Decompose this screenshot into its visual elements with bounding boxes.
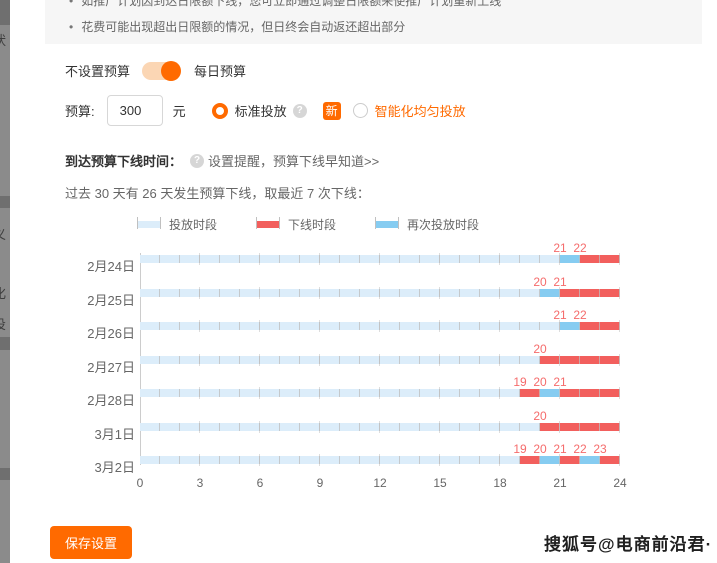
legend-item-delivery[interactable]: 投放时段 [137, 216, 218, 233]
no-budget-label: 不设置预算 [65, 64, 131, 79]
x-axis-tick-label: 9 [316, 476, 324, 490]
offline-hour-label: 22 [573, 241, 587, 255]
sidebar-text-fragment: 投 [0, 314, 6, 333]
background-sidebar-strip: 状 义 化 投 [0, 0, 10, 563]
sidebar-text-fragment: 化 [0, 283, 6, 302]
hour-ticks [140, 288, 620, 297]
sidebar-band [0, 468, 10, 480]
smart-delivery-label: 智能化均匀投放 [374, 104, 466, 119]
chart-date-label: 2月26日 [87, 326, 135, 341]
standard-delivery-label: 标准投放 [234, 104, 287, 119]
budget-mode-row: 不设置预算 每日预算 [65, 60, 247, 81]
chart-date-label: 3月2日 [94, 460, 135, 475]
chart-date-label: 2月28日 [87, 393, 135, 408]
legend-label: 再次投放时段 [407, 218, 480, 232]
legend-item-redelivery[interactable]: 再次投放时段 [375, 216, 480, 233]
sidebar-text-fragment: 状 [0, 30, 6, 49]
new-badge: 新 [322, 101, 341, 120]
hour-ticks [140, 456, 620, 464]
x-axis-tick-label: 3 [196, 476, 204, 490]
x-axis-tick-label: 18 [493, 476, 507, 490]
legend-swatch-icon [256, 217, 281, 229]
offline-time-row: 到达预算下线时间： ? 设置提醒，预算下线早知道>> [65, 151, 379, 170]
help-icon[interactable]: ? [190, 153, 205, 168]
watermark-text: 搜狐号@电商前沿君· [544, 535, 713, 554]
chart-legend: 投放时段 下线时段 再次投放时段 [137, 216, 480, 233]
standard-delivery-radio[interactable] [211, 102, 228, 119]
offline-hour-label: 21 [553, 375, 567, 389]
x-axis-tick-label: 24 [613, 476, 627, 490]
x-axis-tick-label: 6 [256, 476, 264, 490]
budget-notice-box: 如推广计划因到达日限额下线，您可立即通过调整日限额来使推广计划重新上线 花费可能… [45, 0, 702, 44]
notice-item: 如推广计划因到达日限额下线，您可立即通过调整日限额来使推广计划重新上线 [69, 0, 692, 14]
offline-hour-label: 22 [573, 308, 587, 322]
set-reminder-link[interactable]: 设置提醒，预算下线早知道>> [208, 151, 379, 170]
offline-time-title: 到达预算下线时间： [65, 154, 183, 169]
offline-chart: 2月24日 21 22 2月25日 20 21 2月26日 21 22 2月27日 20 2月28日 1… [0, 241, 702, 500]
budget-field-label: 预算: [65, 104, 95, 119]
offline-hour-label: 20 [533, 341, 547, 356]
budget-toggle[interactable] [142, 60, 182, 81]
chart-date-label: 3月1日 [94, 426, 135, 442]
x-axis-tick-label: 15 [433, 476, 447, 490]
sidebar-band [0, 196, 10, 208]
legend-swatch-icon [375, 217, 400, 229]
budget-input[interactable] [106, 95, 163, 126]
hour-ticks [140, 355, 620, 364]
x-axis-tick-label: 12 [373, 476, 387, 490]
notice-list: 如推广计划因到达日限额下线，您可立即通过调整日限额来使推广计划重新上线 花费可能… [69, 0, 692, 40]
budget-amount-row: 预算: 元 标准投放 ? 新 智能化均匀投放 [65, 95, 466, 126]
hour-ticks [140, 255, 620, 263]
save-settings-button[interactable]: 保存设置 [50, 526, 133, 559]
sidebar-text-fragment: 义 [0, 224, 6, 243]
smart-delivery-radio[interactable] [352, 103, 368, 118]
notice-item: 花费可能出现超出日限额的情况，但日终会自动返还超出部分 [69, 14, 692, 40]
sidebar-band [0, 337, 10, 350]
legend-swatch-icon [137, 217, 161, 229]
legend-label: 下线时段 [288, 218, 337, 232]
budget-unit-label: 元 [172, 104, 186, 119]
legend-label: 投放时段 [169, 218, 218, 232]
offline-hour-label: 21 [553, 274, 567, 289]
hour-ticks [140, 322, 620, 330]
toggle-knob-icon [161, 60, 182, 81]
help-icon[interactable]: ? [292, 103, 307, 118]
offline-stats-text: 过去 30 天有 26 天发生预算下线，取最近 7 次下线： [65, 186, 370, 201]
offline-hour-label: 20 [533, 408, 547, 423]
offline-hour-label: 23 [593, 442, 607, 456]
x-axis-tick-label: 0 [136, 476, 144, 490]
chart-date-label: 2月25日 [87, 292, 135, 308]
hour-ticks [140, 422, 620, 431]
x-axis-tick-label: 21 [553, 476, 567, 490]
chart-date-label: 2月27日 [87, 359, 135, 375]
legend-item-offline[interactable]: 下线时段 [256, 216, 337, 233]
sidebar-band [0, 0, 10, 25]
hour-ticks [140, 389, 620, 397]
daily-budget-label: 每日预算 [194, 64, 247, 79]
chart-date-label: 2月24日 [87, 259, 135, 274]
